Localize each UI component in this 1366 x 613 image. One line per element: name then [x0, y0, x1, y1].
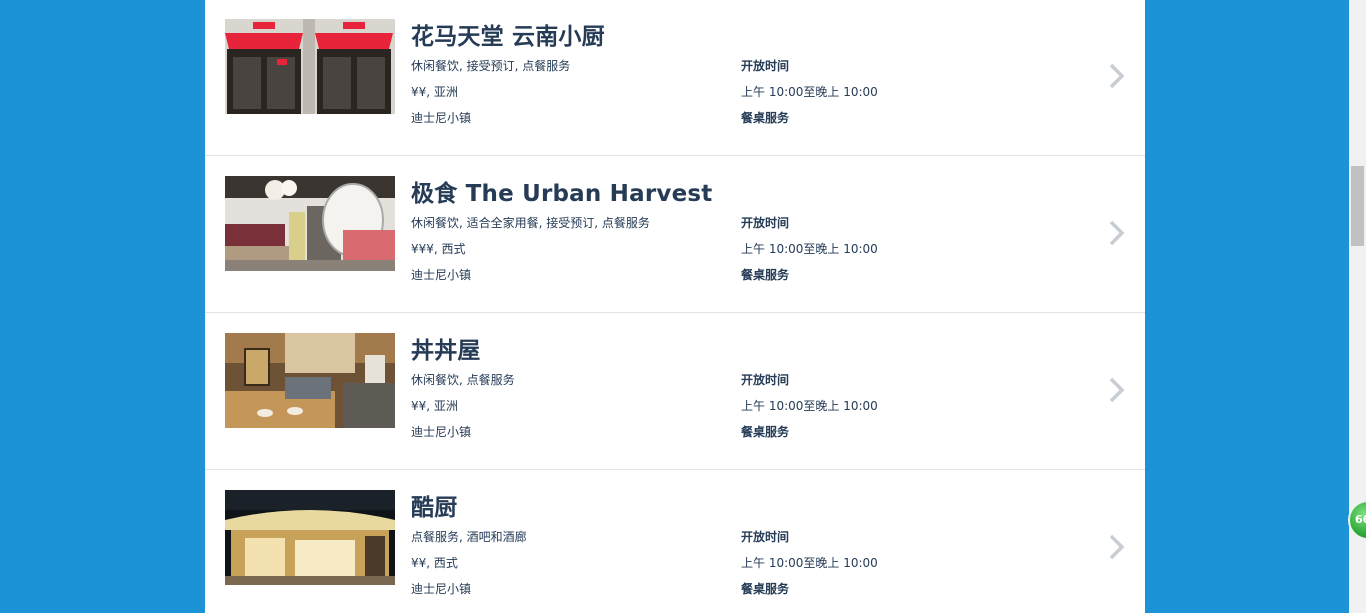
hours-value: 上午 10:00至晚上 10:00: [741, 242, 878, 256]
restaurant-location: 迪士尼小镇: [411, 111, 472, 125]
chevron-right-icon[interactable]: [1105, 219, 1129, 247]
restaurant-name[interactable]: 酷厨: [411, 488, 457, 522]
restaurant-tags: 点餐服务, 酒吧和酒廊: [411, 530, 527, 544]
chevron-right-icon[interactable]: [1105, 376, 1129, 404]
restaurant-tags: 休闲餐饮, 适合全家用餐, 接受预订, 点餐服务: [411, 216, 650, 230]
restaurant-location: 迪士尼小镇: [411, 582, 472, 596]
restaurant-name[interactable]: 花马天堂 云南小厨: [411, 17, 605, 51]
restaurant-location: 迪士尼小镇: [411, 425, 472, 439]
hours-value: 上午 10:00至晚上 10:00: [741, 556, 878, 570]
restaurant-location: 迪士尼小镇: [411, 268, 472, 282]
restaurant-price-cuisine: ¥¥, 亚洲: [411, 399, 458, 413]
interior-photo-icon: [225, 176, 395, 271]
restaurant-row[interactable]: 酷厨 点餐服务, 酒吧和酒廊 ¥¥, 西式 迪士尼小镇 开放时间 上午 10:0…: [205, 471, 1145, 613]
night-exterior-photo-icon: [225, 490, 395, 585]
service-type: 餐桌服务: [741, 425, 790, 439]
hours-value: 上午 10:00至晚上 10:00: [741, 85, 878, 99]
storefront-photo-icon: [225, 19, 395, 114]
restaurant-price-cuisine: ¥¥¥, 西式: [411, 242, 466, 256]
restaurant-price-cuisine: ¥¥, 亚洲: [411, 85, 458, 99]
restaurant-photo[interactable]: [225, 490, 395, 585]
hours-label: 开放时间: [741, 59, 790, 73]
restaurant-row[interactable]: 丼丼屋 休闲餐饮, 点餐服务 ¥¥, 亚洲 迪士尼小镇 开放时间 上午 10:0…: [205, 314, 1145, 470]
chevron-right-icon[interactable]: [1105, 62, 1129, 90]
restaurant-tags: 休闲餐饮, 接受预订, 点餐服务: [411, 59, 571, 73]
restaurant-name[interactable]: 丼丼屋: [411, 331, 481, 365]
hours-label: 开放时间: [741, 216, 790, 230]
restaurant-name[interactable]: 极食 The Urban Harvest: [411, 174, 712, 208]
restaurant-row[interactable]: 极食 The Urban Harvest 休闲餐饮, 适合全家用餐, 接受预订,…: [205, 157, 1145, 313]
restaurant-photo[interactable]: [225, 333, 395, 428]
hours-label: 开放时间: [741, 530, 790, 544]
restaurant-price-cuisine: ¥¥, 西式: [411, 556, 458, 570]
restaurant-tags: 休闲餐饮, 点餐服务: [411, 373, 515, 387]
chevron-right-icon[interactable]: [1105, 533, 1129, 561]
hours-value: 上午 10:00至晚上 10:00: [741, 399, 878, 413]
service-type: 餐桌服务: [741, 111, 790, 125]
restaurant-row[interactable]: 花马天堂 云南小厨 休闲餐饮, 接受预订, 点餐服务 ¥¥, 亚洲 迪士尼小镇 …: [205, 0, 1145, 156]
hours-label: 开放时间: [741, 373, 790, 387]
service-type: 餐桌服务: [741, 268, 790, 282]
restaurant-list: 花马天堂 云南小厨 休闲餐饮, 接受预订, 点餐服务 ¥¥, 亚洲 迪士尼小镇 …: [205, 0, 1145, 613]
scrollbar-thumb[interactable]: [1351, 166, 1364, 246]
restaurant-photo[interactable]: [225, 19, 395, 114]
service-type: 餐桌服务: [741, 582, 790, 596]
dining-room-photo-icon: [225, 333, 395, 428]
restaurant-photo[interactable]: [225, 176, 395, 271]
